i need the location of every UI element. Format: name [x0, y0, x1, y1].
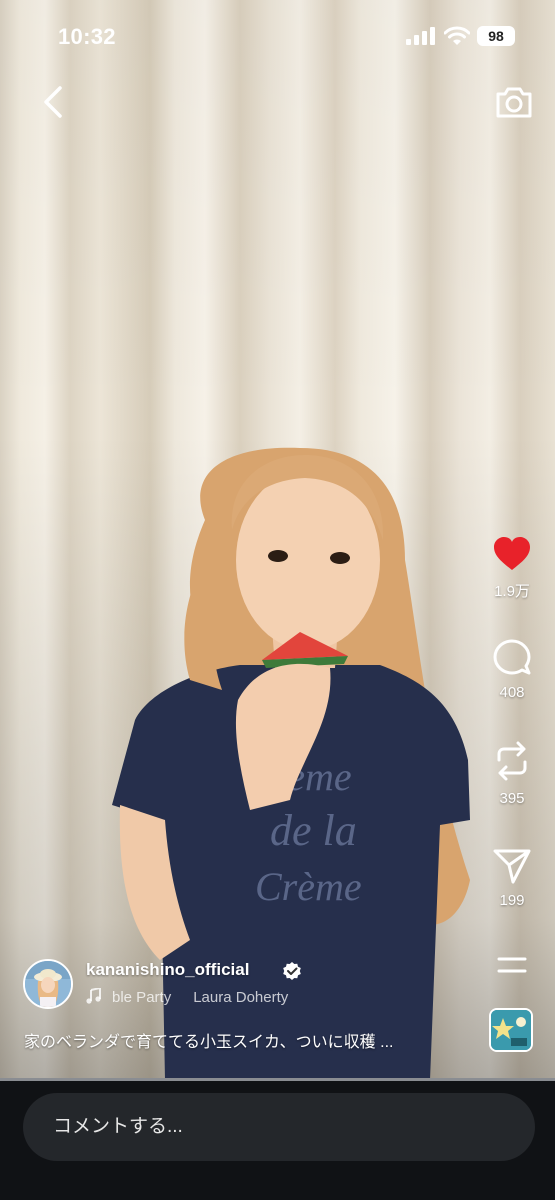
status-time: 10:32 [58, 24, 116, 49]
share-count: 199 [499, 892, 525, 909]
comment-input[interactable]: コメントする... [23, 1093, 535, 1161]
repost-count: 395 [499, 790, 525, 807]
avatar-image [25, 961, 71, 1007]
verified-badge-icon [283, 962, 301, 980]
more-options-action[interactable] [482, 955, 542, 975]
more-options-icon[interactable] [497, 955, 527, 975]
svg-text:Crème: Crème [255, 864, 362, 909]
status-bar: 10:32 98 [0, 0, 555, 72]
music-title: ble Party [112, 989, 172, 1006]
share-action[interactable]: 199 [482, 848, 542, 909]
comment-action[interactable]: 408 [482, 638, 542, 701]
music-artist: Laura Doherty [193, 989, 289, 1006]
battery-indicator: 98 [477, 26, 515, 46]
wifi-icon [444, 26, 470, 45]
music-note-icon [86, 988, 101, 1004]
comment-count: 408 [499, 684, 525, 701]
video-progress-bar[interactable] [0, 1078, 555, 1081]
reels-screen: Crème de la Crème 10:32 98 1.9万 408 395 … [0, 0, 555, 1200]
audio-thumbnail[interactable] [489, 1008, 533, 1052]
music-info[interactable]: ble Party Laura Doherty [86, 988, 288, 1006]
post-caption[interactable]: 家のベランダで育ててる小玉スイカ、ついに収穫 ... [24, 1028, 393, 1052]
video-progress-fill [0, 1078, 555, 1081]
author-avatar[interactable] [23, 959, 73, 1009]
svg-text:de la: de la [270, 806, 357, 855]
audio-cover-art [491, 1010, 531, 1050]
repost-icon[interactable] [493, 740, 531, 782]
camera-button[interactable] [492, 80, 536, 124]
video-subject: Crème de la Crème [112, 447, 470, 1080]
like-action[interactable]: 1.9万 [482, 536, 542, 601]
like-count: 1.9万 [494, 583, 530, 600]
send-icon[interactable] [493, 848, 531, 884]
cellular-signal-icon [406, 27, 435, 45]
heart-icon[interactable] [492, 536, 532, 572]
back-button[interactable] [36, 80, 76, 124]
author-username[interactable]: kananishino_official [86, 960, 249, 980]
comment-bubble-icon[interactable] [493, 638, 531, 676]
repost-action[interactable]: 395 [482, 740, 542, 807]
